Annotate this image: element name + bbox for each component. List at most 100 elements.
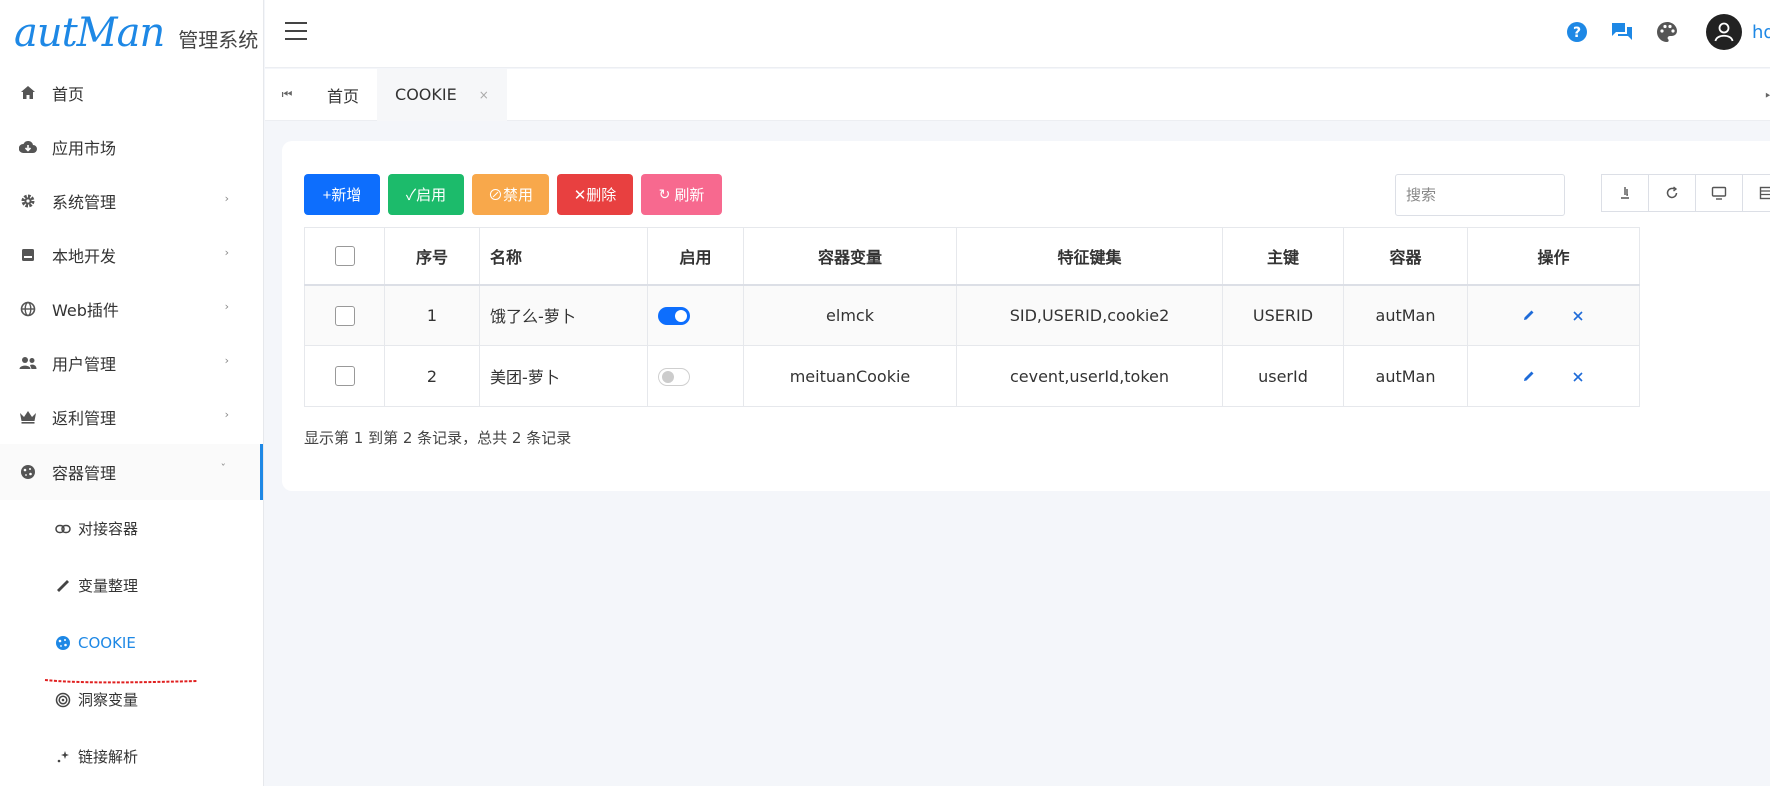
content-card: +新增 ✓启用 ⊘禁用 ✕删除 ↻ 刷新 序号 <box>282 141 1770 491</box>
sidebar-subitem-label: COOKIE <box>78 633 136 652</box>
tab-scroll-left-icon[interactable]: ⏮ <box>265 87 309 102</box>
column-header[interactable]: 特征键集 <box>956 227 1223 286</box>
palette-icon[interactable] <box>1655 20 1679 44</box>
add-button[interactable]: +新增 <box>304 174 380 215</box>
column-header[interactable]: 主键 <box>1222 227 1344 286</box>
sidebar-subitem-variables[interactable]: 变量整理 <box>0 557 263 614</box>
chevron-down-icon: ˇ <box>220 462 227 475</box>
column-header[interactable]: 名称 <box>479 227 648 286</box>
disable-button[interactable]: ⊘禁用 <box>472 174 549 215</box>
chevron-right-icon: › <box>224 246 229 259</box>
cell-actions <box>1467 345 1640 407</box>
sidebar-subitem-cookie[interactable]: COOKIE <box>0 614 263 671</box>
menu-toggle-icon[interactable] <box>285 22 307 40</box>
column-header: 操作 <box>1467 227 1640 286</box>
refresh-button[interactable]: ↻ 刷新 <box>641 174 722 215</box>
globe-icon <box>18 299 38 319</box>
svg-text:?: ? <box>1573 25 1581 41</box>
table-tools <box>1601 174 1770 212</box>
avatar[interactable] <box>1706 14 1742 50</box>
sidebar-item-web-plugin[interactable]: Web插件 › <box>0 282 263 336</box>
cell-enabled <box>647 284 744 346</box>
row-checkbox[interactable] <box>334 305 355 326</box>
column-header[interactable]: 容器变量 <box>743 227 957 286</box>
sidebar-subitem-label: 变量整理 <box>78 577 139 595</box>
pagination-summary: 显示第 1 到第 2 条记录，总共 2 条记录 <box>304 429 572 447</box>
cell-actions <box>1467 284 1640 346</box>
cell-name: 美团-萝卜 <box>479 345 648 407</box>
link-icon <box>54 520 72 538</box>
tab-scroll-right-icon[interactable]: ⏭ <box>1765 87 1770 102</box>
home-icon <box>18 83 38 103</box>
cell-primary-key: userId <box>1222 345 1344 407</box>
sidebar: autMan 管理系统 首页 应用市场 系统管理 › 本地开发 › Web插件 … <box>0 0 264 786</box>
brand[interactable]: autMan 管理系统 <box>0 0 263 66</box>
sidebar-item-rebate[interactable]: 返利管理 › <box>0 390 263 444</box>
cell-container: autMan <box>1343 345 1468 407</box>
select-all-cell <box>304 227 385 286</box>
sidebar-subitem-label: 洞察变量 <box>78 691 139 709</box>
cloud-download-icon <box>18 137 38 157</box>
cell-index: 2 <box>384 345 480 407</box>
sidebar-item-app-market[interactable]: 应用市场 <box>0 120 263 174</box>
sidebar-item-label: 容器管理 <box>52 464 117 483</box>
monitor-icon[interactable] <box>1695 174 1743 212</box>
cell-container-var: meituanCookie <box>743 345 957 407</box>
edit-icon[interactable] <box>1519 366 1539 386</box>
tabs-bar: ⏮ 首页 COOKIE × ⏭ <box>265 68 1770 121</box>
cell-primary-key: USERID <box>1222 284 1344 346</box>
sidebar-item-system[interactable]: 系统管理 › <box>0 174 263 228</box>
cookie-icon <box>54 634 72 652</box>
chat-icon[interactable] <box>1610 20 1634 44</box>
sidebar-subitem-link-parse[interactable]: 链接解析 <box>0 728 263 785</box>
row-select-cell <box>304 345 385 407</box>
table-row[interactable]: 1 饿了么-萝卜 elmck SID,USERID,cookie2 USERID… <box>304 284 1640 346</box>
chevron-right-icon: › <box>224 192 229 205</box>
sidebar-item-label: 本地开发 <box>52 247 117 266</box>
header-actions: ? hd <box>1565 14 1770 50</box>
sidebar-subitem-label: 链接解析 <box>78 748 139 766</box>
export-icon[interactable] <box>1601 174 1649 212</box>
column-header[interactable]: 序号 <box>384 227 480 286</box>
tab-label: COOKIE <box>395 85 457 104</box>
sidebar-item-container[interactable]: 容器管理 ˇ <box>0 444 263 500</box>
select-all-checkbox[interactable] <box>334 246 355 266</box>
annotation-underline <box>44 679 198 684</box>
container-submenu: 对接容器 变量整理 COOKIE 洞察变量 链接解析 <box>0 500 263 785</box>
enabled-toggle[interactable] <box>658 367 690 386</box>
column-header[interactable]: 容器 <box>1343 227 1468 286</box>
cookie-table: 序号 名称 启用 容器变量 特征键集 主键 容器 操作 1 饿了么-萝卜 elm… <box>304 227 1640 407</box>
tab-cookie[interactable]: COOKIE × <box>377 68 507 121</box>
user-name[interactable]: hd <box>1752 22 1770 43</box>
sidebar-item-users[interactable]: 用户管理 › <box>0 336 263 390</box>
brand-logo: autMan <box>14 10 165 56</box>
remove-icon[interactable] <box>1568 367 1588 387</box>
search-input[interactable] <box>1395 174 1565 216</box>
cookie-icon <box>18 462 38 482</box>
enabled-toggle[interactable] <box>658 307 690 325</box>
chevron-right-icon: › <box>224 300 229 313</box>
close-icon[interactable]: × <box>479 88 489 102</box>
sidebar-item-home[interactable]: 首页 <box>0 66 263 120</box>
sidebar-item-local-dev[interactable]: 本地开发 › <box>0 228 263 282</box>
remove-icon[interactable] <box>1568 306 1588 326</box>
table-row[interactable]: 2 美团-萝卜 meituanCookie cevent,userId,toke… <box>304 345 1640 407</box>
crown-icon <box>18 407 38 427</box>
cell-container-var: elmck <box>743 284 957 346</box>
delete-button[interactable]: ✕删除 <box>557 174 633 215</box>
cell-enabled <box>647 345 744 407</box>
tab-home[interactable]: 首页 <box>309 69 377 121</box>
ruler-icon <box>54 577 72 595</box>
columns-icon[interactable] <box>1742 174 1770 212</box>
row-checkbox[interactable] <box>334 366 355 387</box>
column-header[interactable]: 启用 <box>647 227 744 286</box>
toolbar: +新增 ✓启用 ⊘禁用 ✕删除 ↻ 刷新 <box>304 174 730 215</box>
enable-button[interactable]: ✓启用 <box>388 174 464 215</box>
cell-feature-keys: SID,USERID,cookie2 <box>956 284 1223 346</box>
sidebar-item-label: Web插件 <box>52 301 119 320</box>
help-icon[interactable]: ? <box>1565 20 1589 44</box>
reload-icon[interactable] <box>1648 174 1696 212</box>
refresh-icon: ↻ <box>658 186 671 202</box>
sidebar-subitem-connect-container[interactable]: 对接容器 <box>0 500 263 557</box>
edit-icon[interactable] <box>1519 305 1539 325</box>
